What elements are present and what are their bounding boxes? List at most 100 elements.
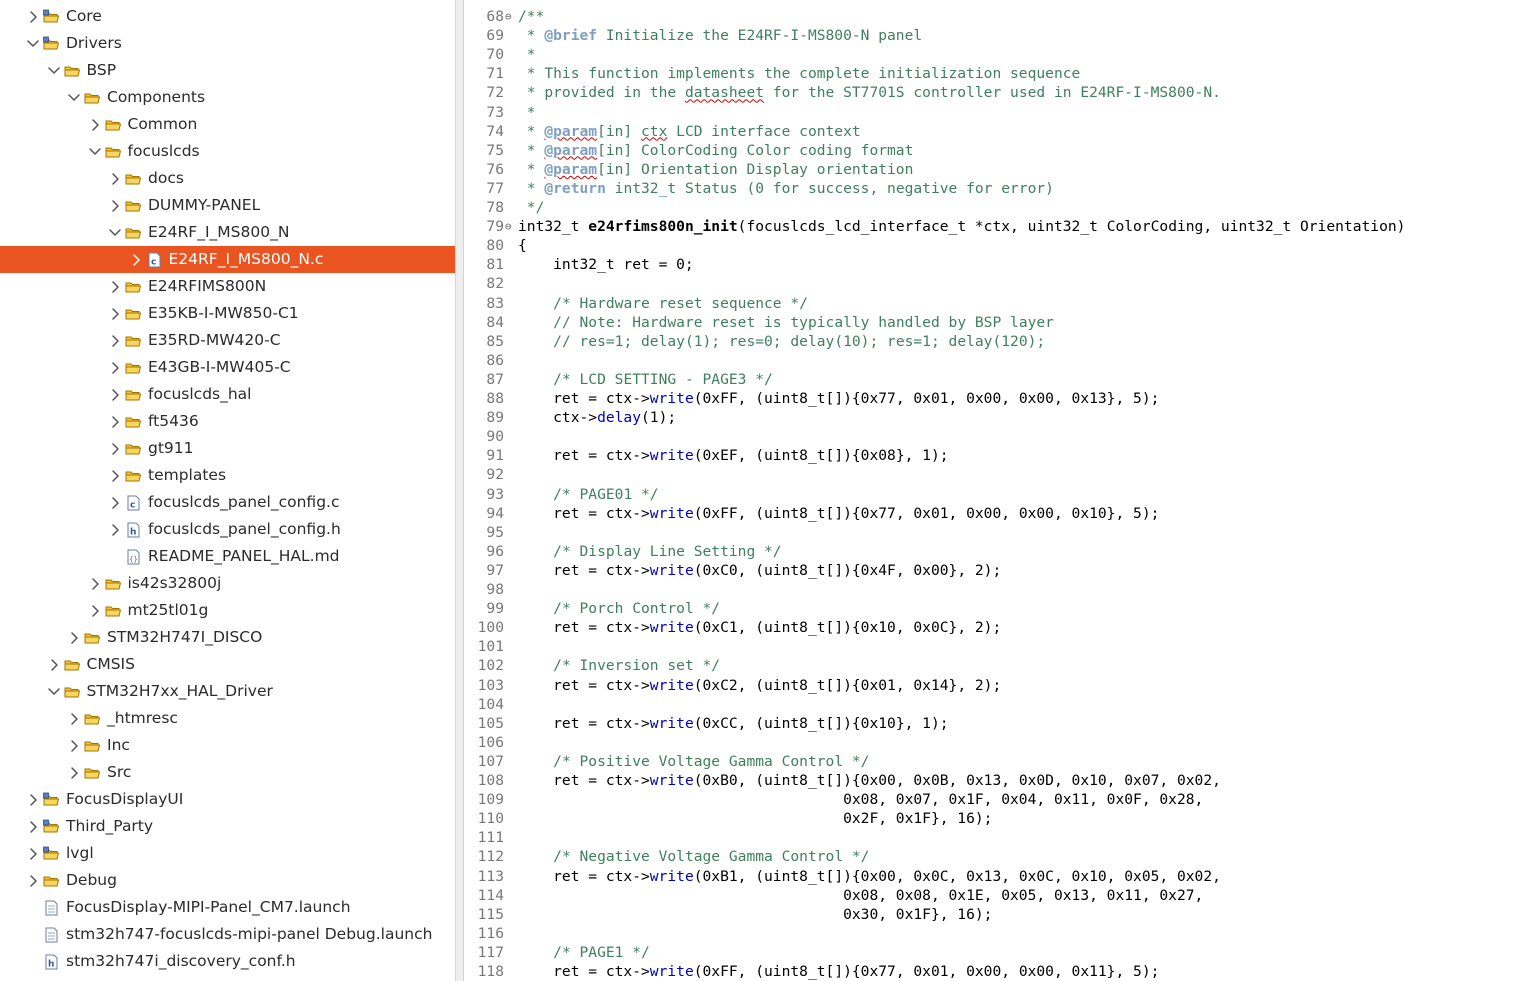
code-line[interactable]: 93 /* PAGE01 */ bbox=[464, 485, 1536, 504]
chevron-down-icon[interactable] bbox=[67, 91, 81, 105]
code-line[interactable]: 109 0x08, 0x07, 0x1F, 0x04, 0x11, 0x0F, … bbox=[464, 790, 1536, 809]
tree-item[interactable]: Drivers bbox=[0, 30, 455, 57]
tree-item[interactable]: E24RFIMS800N bbox=[0, 273, 455, 300]
tree-item[interactable]: {} README_PANEL_HAL.md bbox=[0, 543, 455, 570]
tree-item[interactable]: _htmresc bbox=[0, 705, 455, 732]
chevron-right-icon[interactable] bbox=[26, 10, 40, 24]
fold-toggle-icon[interactable]: ⊖ bbox=[505, 7, 515, 26]
code-line[interactable]: 91 ret = ctx->write(0xEF, (uint8_t[]){0x… bbox=[464, 446, 1536, 465]
code-line[interactable]: 98 bbox=[464, 580, 1536, 599]
code-line[interactable]: 100 ret = ctx->write(0xC1, (uint8_t[]){0… bbox=[464, 618, 1536, 637]
tree-item[interactable]: c E24RF_I_MS800_N.c bbox=[0, 246, 455, 273]
chevron-right-icon[interactable] bbox=[67, 766, 81, 780]
tree-item[interactable]: E35RD-MW420-C bbox=[0, 327, 455, 354]
tree-item[interactable]: STM32H7xx_HAL_Driver bbox=[0, 678, 455, 705]
tree-item[interactable]: focuslcds_hal bbox=[0, 381, 455, 408]
chevron-down-icon[interactable] bbox=[88, 145, 102, 159]
tree-item[interactable]: Components bbox=[0, 84, 455, 111]
tree-item[interactable]: mt25tl01g bbox=[0, 597, 455, 624]
code-line[interactable]: 95 bbox=[464, 523, 1536, 542]
tree-item[interactable]: E43GB-I-MW405-C bbox=[0, 354, 455, 381]
code-line[interactable]: 85 // res=1; delay(1); res=0; delay(10);… bbox=[464, 332, 1536, 351]
tree-item[interactable]: FocusDisplay-MIPI-Panel_CM7.launch bbox=[0, 894, 455, 921]
tree-item[interactable]: BSP bbox=[0, 57, 455, 84]
code-line[interactable]: 79 ⊖ int32_t e24rfims800n_init(focuslcds_l… bbox=[464, 217, 1536, 236]
chevron-right-icon[interactable] bbox=[67, 712, 81, 726]
chevron-right-icon[interactable] bbox=[26, 874, 40, 888]
code-line[interactable]: 116 bbox=[464, 924, 1536, 943]
tree-item[interactable]: is42s32800j bbox=[0, 570, 455, 597]
code-line[interactable]: 76 * @param[in] Orientation Display orie… bbox=[464, 160, 1536, 179]
tree-item[interactable]: Common bbox=[0, 111, 455, 138]
code-line[interactable]: 104 bbox=[464, 695, 1536, 714]
code-line[interactable]: 114 0x08, 0x08, 0x1E, 0x05, 0x13, 0x11, … bbox=[464, 886, 1536, 905]
chevron-right-icon[interactable] bbox=[108, 523, 122, 537]
code-line[interactable]: 82 bbox=[464, 274, 1536, 293]
code-line[interactable]: 110 0x2F, 0x1F}, 16); bbox=[464, 809, 1536, 828]
code-line[interactable]: 101 bbox=[464, 637, 1536, 656]
chevron-right-icon[interactable] bbox=[26, 847, 40, 861]
chevron-down-icon[interactable] bbox=[108, 226, 122, 240]
tree-item[interactable]: FocusDisplayUI bbox=[0, 786, 455, 813]
code-line[interactable]: 107 /* Positive Voltage Gamma Control */ bbox=[464, 752, 1536, 771]
code-line[interactable]: 90 bbox=[464, 427, 1536, 446]
code-line[interactable]: 92 bbox=[464, 465, 1536, 484]
tree-item[interactable]: templates bbox=[0, 462, 455, 489]
chevron-right-icon[interactable] bbox=[108, 469, 122, 483]
code-line[interactable]: 69 * @brief Initialize the E24RF-I-MS800… bbox=[464, 26, 1536, 45]
chevron-right-icon[interactable] bbox=[108, 361, 122, 375]
tree-item[interactable]: E24RF_I_MS800_N bbox=[0, 219, 455, 246]
code-line[interactable]: 72 * provided in the datasheet for the S… bbox=[464, 83, 1536, 102]
code-line[interactable]: 81 int32_t ret = 0; bbox=[464, 255, 1536, 274]
code-line[interactable]: 71 * This function implements the comple… bbox=[464, 64, 1536, 83]
code-line[interactable]: 96 /* Display Line Setting */ bbox=[464, 542, 1536, 561]
tree-item[interactable]: Third_Party bbox=[0, 813, 455, 840]
chevron-right-icon[interactable] bbox=[108, 496, 122, 510]
tree-item[interactable]: Debug bbox=[0, 867, 455, 894]
code-line[interactable]: 105 ret = ctx->write(0xCC, (uint8_t[]){0… bbox=[464, 714, 1536, 733]
chevron-right-icon[interactable] bbox=[26, 820, 40, 834]
chevron-down-icon[interactable] bbox=[47, 685, 61, 699]
tree-item[interactable]: STM32H747I_DISCO bbox=[0, 624, 455, 651]
code-line[interactable]: 89 ctx->delay(1); bbox=[464, 408, 1536, 427]
tree-item[interactable]: c focuslcds_panel_config.c bbox=[0, 489, 455, 516]
chevron-right-icon[interactable] bbox=[108, 415, 122, 429]
code-line[interactable]: 78 */ bbox=[464, 198, 1536, 217]
code-line[interactable]: 102 /* Inversion set */ bbox=[464, 656, 1536, 675]
code-line[interactable]: 111 bbox=[464, 828, 1536, 847]
code-line[interactable]: 80 { bbox=[464, 236, 1536, 255]
code-line[interactable]: 75 * @param[in] ColorCoding Color coding… bbox=[464, 141, 1536, 160]
code-line[interactable]: 73 * bbox=[464, 103, 1536, 122]
tree-item[interactable]: CMSIS bbox=[0, 651, 455, 678]
tree-item[interactable]: Core bbox=[0, 3, 455, 30]
code-line[interactable]: 106 bbox=[464, 733, 1536, 752]
code-line[interactable]: 74 * @param[in] ctx LCD interface contex… bbox=[464, 122, 1536, 141]
tree-item[interactable]: h focuslcds_panel_config.h bbox=[0, 516, 455, 543]
code-line[interactable]: 99 /* Porch Control */ bbox=[464, 599, 1536, 618]
chevron-right-icon[interactable] bbox=[108, 172, 122, 186]
code-line[interactable]: 97 ret = ctx->write(0xC0, (uint8_t[]){0x… bbox=[464, 561, 1536, 580]
code-line[interactable]: 118 ret = ctx->write(0xFF, (uint8_t[]){0… bbox=[464, 962, 1536, 981]
chevron-right-icon[interactable] bbox=[108, 388, 122, 402]
tree-item[interactable]: gt911 bbox=[0, 435, 455, 462]
chevron-right-icon[interactable] bbox=[88, 604, 102, 618]
tree-item[interactable]: E35KB-I-MW850-C1 bbox=[0, 300, 455, 327]
chevron-right-icon[interactable] bbox=[129, 253, 143, 267]
code-line[interactable]: 88 ret = ctx->write(0xFF, (uint8_t[]){0x… bbox=[464, 389, 1536, 408]
chevron-right-icon[interactable] bbox=[108, 199, 122, 213]
code-line[interactable]: 87 /* LCD SETTING - PAGE3 */ bbox=[464, 370, 1536, 389]
tree-item[interactable]: Src bbox=[0, 759, 455, 786]
chevron-right-icon[interactable] bbox=[108, 307, 122, 321]
tree-item[interactable]: h stm32h747i_discovery_conf.h bbox=[0, 948, 455, 975]
code-line[interactable]: 84 // Note: Hardware reset is typically … bbox=[464, 313, 1536, 332]
tree-item[interactable]: focuslcds bbox=[0, 138, 455, 165]
tree-item[interactable]: ft5436 bbox=[0, 408, 455, 435]
chevron-down-icon[interactable] bbox=[26, 37, 40, 51]
code-line[interactable]: 112 /* Negative Voltage Gamma Control */ bbox=[464, 847, 1536, 866]
code-line[interactable]: 77 * @return int32_t Status (0 for succe… bbox=[464, 179, 1536, 198]
tree-item[interactable]: stm32h747-focuslcds-mipi-panel Debug.lau… bbox=[0, 921, 455, 948]
code-line[interactable]: 70 * bbox=[464, 45, 1536, 64]
chevron-right-icon[interactable] bbox=[88, 577, 102, 591]
code-line[interactable]: 113 ret = ctx->write(0xB1, (uint8_t[]){0… bbox=[464, 867, 1536, 886]
chevron-right-icon[interactable] bbox=[26, 793, 40, 807]
